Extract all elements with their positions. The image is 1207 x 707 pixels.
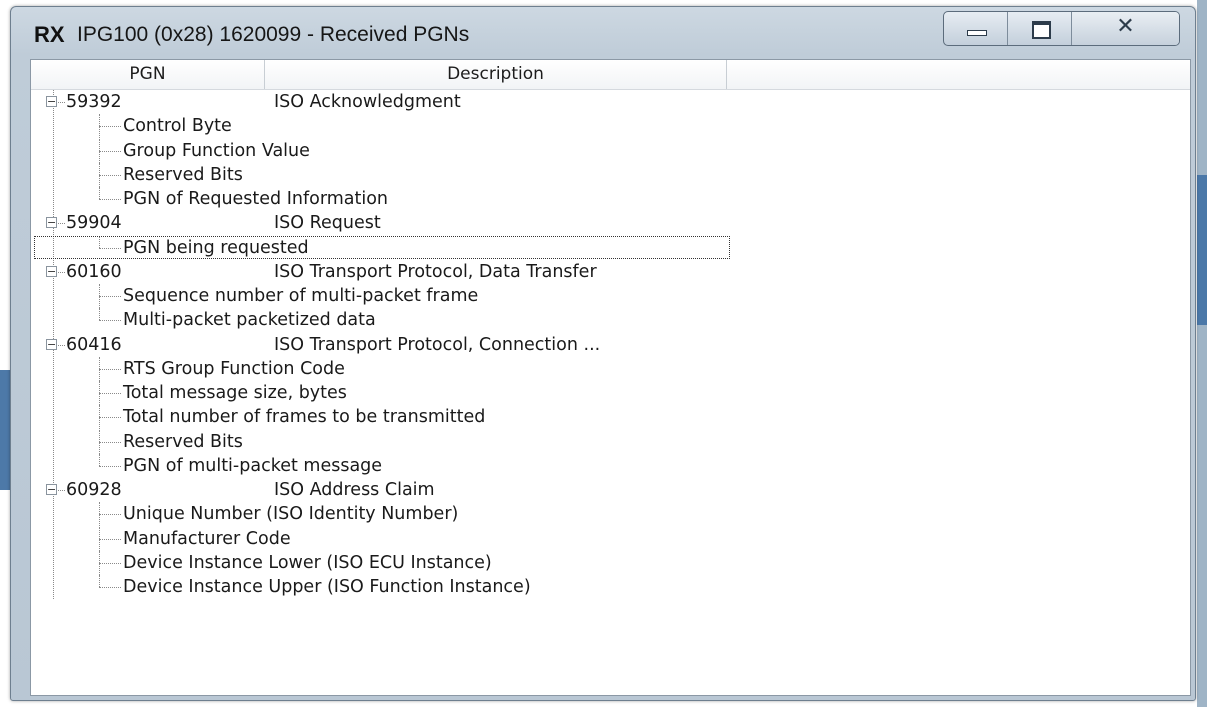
- background-window-accent-left: [0, 370, 10, 490]
- pgn-tree: −59392 ISO Acknowledgment Control Byte Grou…: [31, 90, 1190, 600]
- background-window-edge: [1197, 0, 1207, 707]
- maximize-icon: [1032, 21, 1051, 39]
- tree-connector: [99, 393, 121, 394]
- tree-connector: [99, 587, 121, 588]
- minimize-button[interactable]: [944, 12, 1008, 45]
- field-label: Reserved Bits: [123, 164, 243, 185]
- tree-child-row[interactable]: PGN of Requested Information: [31, 187, 1190, 211]
- pgn-number: 60928: [66, 480, 122, 500]
- tree-connector: [99, 514, 121, 516]
- collapse-icon[interactable]: −: [46, 96, 57, 107]
- tree-child-row[interactable]: Reserved Bits: [31, 162, 1190, 187]
- column-header-description[interactable]: Description: [265, 60, 727, 89]
- pgn-tree-view[interactable]: PGN Description −59392 ISO Acknowledgment…: [30, 59, 1191, 696]
- collapse-icon[interactable]: −: [46, 484, 57, 495]
- field-label: Multi-packet packetized data: [123, 310, 376, 331]
- field-label: Reserved Bits: [123, 431, 243, 452]
- tree-connector: [99, 465, 121, 467]
- field-label: PGN of multi-packet message: [123, 455, 383, 476]
- collapse-icon[interactable]: −: [46, 265, 57, 277]
- tree-connector: [99, 296, 121, 297]
- background-window-accent: [1197, 175, 1207, 325]
- tree-child-row[interactable]: RTS Group Function Code: [31, 356, 1190, 381]
- tree-connector: [58, 223, 65, 225]
- tree-connector: [99, 126, 121, 128]
- minimize-icon: [967, 30, 987, 36]
- field-label: Group Function Value: [123, 140, 310, 161]
- tree-connector: [58, 490, 65, 491]
- tree-connector: [99, 538, 121, 540]
- pgn-number: 59392: [66, 92, 122, 112]
- tree-connector: [99, 187, 100, 199]
- pgn-number: 59904: [66, 213, 122, 234]
- received-pgns-window: RX IPG100 (0x28) 1620099 - Received PGNs…: [10, 6, 1196, 701]
- tree-group-row[interactable]: −60928 ISO Address Claim: [31, 478, 1190, 502]
- tree-connector: [99, 368, 121, 370]
- tree-connector: [99, 562, 121, 564]
- tree-child-row[interactable]: PGN being requested: [31, 235, 1190, 260]
- field-label: RTS Group Function Code: [123, 358, 345, 379]
- tree-connector: [99, 417, 121, 419]
- tree-connector: [99, 150, 121, 152]
- tree-child-row[interactable]: Multi-packet packetized data: [31, 308, 1190, 332]
- collapse-icon[interactable]: −: [46, 338, 57, 350]
- tree-connector: [99, 308, 100, 321]
- tree-child-row[interactable]: Device Instance Lower (ISO ECU Instance): [31, 550, 1190, 575]
- tree-group-row[interactable]: −59904 ISO Request: [31, 211, 1190, 235]
- tree-connector: [99, 320, 121, 322]
- collapse-icon[interactable]: −: [46, 217, 57, 229]
- tree-connector: [58, 344, 65, 346]
- pgn-number: 60160: [66, 261, 122, 282]
- tree-group-row[interactable]: −59392 ISO Acknowledgment: [31, 90, 1190, 114]
- tree-child-row[interactable]: Reserved Bits: [31, 429, 1190, 454]
- pgn-description: ISO Acknowledgment: [274, 92, 461, 112]
- field-label: PGN of Requested Information: [123, 189, 389, 209]
- field-label: Total number of frames to be transmitted: [123, 407, 486, 428]
- tree-connector: [58, 271, 65, 273]
- window-title: IPG100 (0x28) 1620099 - Received PGNs: [77, 23, 470, 46]
- tree-connector: [58, 102, 65, 103]
- tree-child-row[interactable]: Control Byte: [31, 114, 1190, 139]
- field-label: Total message size, bytes: [123, 383, 347, 403]
- column-header-row: PGN Description: [31, 60, 1190, 90]
- field-label: Sequence number of multi-packet frame: [123, 286, 479, 306]
- field-label: Manufacturer Code: [123, 528, 291, 549]
- app-badge: RX: [34, 22, 65, 47]
- tree-child-row[interactable]: Device Instance Upper (ISO Function Inst…: [31, 575, 1190, 599]
- tree-child-row[interactable]: Unique Number (ISO Identity Number): [31, 502, 1190, 527]
- field-label: Unique Number (ISO Identity Number): [123, 504, 459, 525]
- pgn-description: ISO Transport Protocol, Connection ...: [274, 334, 601, 355]
- tree-child-row[interactable]: Group Function Value: [31, 138, 1190, 163]
- tree-child-row[interactable]: Manufacturer Code: [31, 526, 1190, 551]
- focus-rectangle: [34, 235, 730, 259]
- tree-connector: [99, 441, 121, 443]
- column-header-pgn[interactable]: PGN: [31, 60, 265, 89]
- tree-child-row[interactable]: Total message size, bytes: [31, 381, 1190, 405]
- field-label: Control Byte: [123, 116, 232, 137]
- maximize-button[interactable]: [1008, 12, 1072, 45]
- pgn-description: ISO Transport Protocol, Data Transfer: [274, 261, 597, 282]
- tree-connector: [99, 575, 100, 587]
- tree-connector: [99, 199, 121, 200]
- pgn-number: 60416: [66, 334, 122, 355]
- field-label: Device Instance Upper (ISO Function Inst…: [123, 577, 531, 597]
- tree-connector: [99, 453, 100, 466]
- close-icon: ✕: [1116, 14, 1135, 39]
- tree-group-row[interactable]: −60160 ISO Transport Protocol, Data Trans…: [31, 260, 1190, 284]
- pgn-description: ISO Address Claim: [274, 480, 435, 500]
- close-button[interactable]: ✕: [1072, 12, 1179, 45]
- tree-child-row[interactable]: PGN of multi-packet message: [31, 453, 1190, 478]
- tree-connector: [99, 174, 121, 176]
- field-label: Device Instance Lower (ISO ECU Instance): [123, 552, 492, 573]
- tree-child-row[interactable]: Total number of frames to be transmitted: [31, 405, 1190, 430]
- caption-buttons: ✕: [943, 11, 1180, 46]
- tree-child-row[interactable]: Sequence number of multi-packet frame: [31, 284, 1190, 308]
- title-bar[interactable]: RX IPG100 (0x28) 1620099 - Received PGNs…: [11, 7, 1195, 57]
- pgn-description: ISO Request: [274, 213, 381, 234]
- tree-group-row[interactable]: −60416 ISO Transport Protocol, Connection…: [31, 333, 1190, 357]
